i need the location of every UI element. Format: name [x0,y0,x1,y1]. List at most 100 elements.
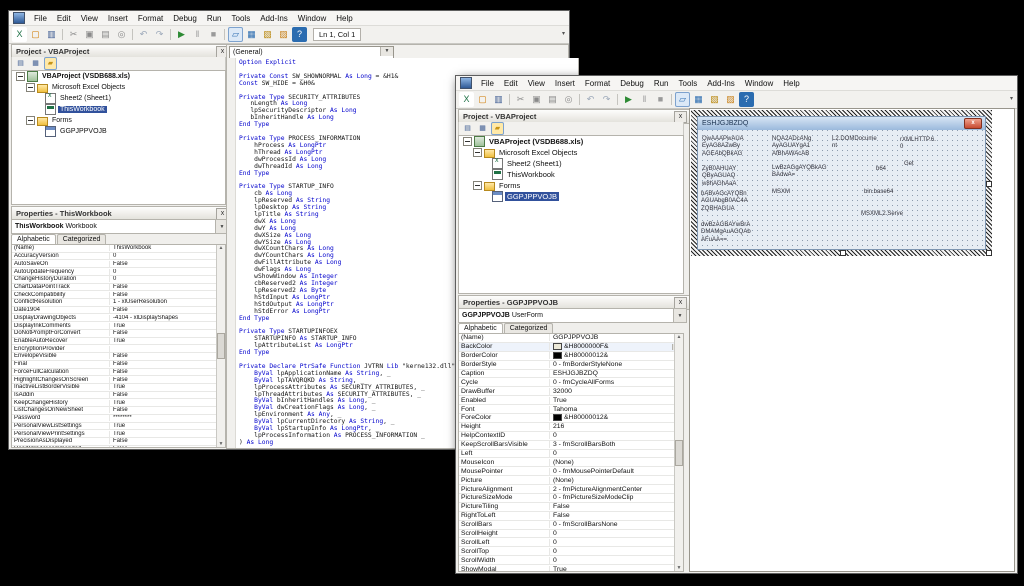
property-value[interactable]: True [110,400,225,406]
property-value[interactable]: 0 [110,276,225,282]
property-value[interactable]: ESHJGJBZDQ [550,370,683,377]
menu-window[interactable]: Window [740,78,778,89]
menu-add-ins[interactable]: Add-Ins [255,13,293,24]
property-row-accuracyversion[interactable]: AccuracyVersion0 [12,253,225,261]
property-row-cycle[interactable]: Cycle0 - fmCycleAllForms [459,378,683,387]
view-code-icon[interactable]: ▤ [461,122,474,135]
property-value[interactable]: (None) [550,459,683,466]
property-row-autosaveon[interactable]: AutoSaveOnFalse [12,260,225,268]
property-row-forcefullcalculation[interactable]: ForceFullCalculationFalse [12,369,225,377]
view-object-icon[interactable]: ▦ [476,122,489,135]
property-row-scrollleft[interactable]: ScrollLeft0 [459,538,683,547]
property-row-scrollheight[interactable]: ScrollHeight0 [459,530,683,539]
property-row-final[interactable]: FinalFalse [12,361,225,369]
toggle-folders-icon[interactable]: ▰ [491,122,504,135]
property-row-conflictresolution[interactable]: ConflictResolution1 - xlUserResolution [12,299,225,307]
menu-help[interactable]: Help [331,13,357,24]
run-icon[interactable]: ▶ [621,92,636,107]
property-row-picture[interactable]: Picture(None) [459,476,683,485]
scroll-thumb[interactable] [675,440,683,466]
menu-file[interactable]: File [476,78,499,89]
menu-view[interactable]: View [76,13,103,24]
expander-icon[interactable] [26,83,35,92]
menu-insert[interactable]: Insert [550,78,580,89]
menu-format[interactable]: Format [580,78,615,89]
property-row-readonlyrecommended[interactable]: ReadOnlyRecommendedFalse [12,446,225,448]
expander-icon[interactable] [473,181,482,190]
property-row-donotpromptforconvert[interactable]: DoNotPromptForConvertFalse [12,330,225,338]
toggle-folders-icon[interactable]: ▰ [44,57,57,70]
menu-help[interactable]: Help [778,78,804,89]
menu-window[interactable]: Window [293,13,331,24]
property-row-password[interactable]: Password******** [12,415,225,423]
menu-add-ins[interactable]: Add-Ins [702,78,740,89]
property-value[interactable]: 0 - fmBorderStyleNone [550,361,683,368]
property-value[interactable]: False [550,512,683,519]
property-value[interactable]: 0 - fmCycleAllForms [550,379,683,386]
property-value[interactable]: False [110,353,225,359]
tree-item-ggpjppvojb[interactable]: GGPJPPVOJB [459,191,683,202]
tree-item-sheet2-sheet1[interactable]: Sheet2 (Sheet1) [12,93,225,104]
property-value[interactable]: False [110,392,225,398]
find-icon[interactable]: ◎ [114,27,129,42]
run-icon[interactable]: ▶ [174,27,189,42]
property-value[interactable]: 0 - fmScrollBarsNone [550,521,683,528]
property-row-scrollbars[interactable]: ScrollBars0 - fmScrollBarsNone [459,521,683,530]
property-value[interactable]: False [110,307,225,313]
cut-icon[interactable]: ✂ [66,27,81,42]
property-value[interactable]: False [110,292,225,298]
property-row-encryptionprovider[interactable]: EncryptionProvider [12,345,225,353]
property-row-picturealignment[interactable]: PictureAlignment2 - fmPictureAlignmentCe… [459,485,683,494]
property-value[interactable]: 0 [550,432,683,439]
toolbar-overflow-icon[interactable]: ▾ [1007,93,1016,106]
property-row-checkcompatibility[interactable]: CheckCompatibilityFalse [12,291,225,299]
property-value[interactable]: ThisWorkbook [110,245,225,251]
tab-alphabetic[interactable]: Alphabetic [11,234,56,244]
tree-item-vbaproject-vsdb688-xls[interactable]: VBAProject (VSDB688.xls) [12,71,225,82]
property-row-date1904[interactable]: Date1904False [12,307,225,315]
paste-icon[interactable]: ▤ [545,92,560,107]
form-label-control[interactable]: L2.DOMDocume nt [832,136,877,151]
form-label-control[interactable]: LwBzAGgAYQBkAG BAdwA= [772,165,827,180]
property-value[interactable]: &H8000000F&▼ [550,343,683,350]
tree-item-thisworkbook[interactable]: ThisWorkbook [459,169,683,180]
form-label-control[interactable]: rXMLHTTP.6. 0 [900,137,936,152]
scroll-down-icon[interactable]: ▼ [677,565,682,571]
tree-item-vbaproject-vsdb688-xls[interactable]: VBAProject (VSDB688.xls) [459,136,683,147]
property-value[interactable]: 0 [550,548,683,555]
close-icon[interactable]: x [674,111,687,123]
tab-categorized[interactable]: Categorized [504,323,554,333]
property-value[interactable]: 0 - fmPictureSizeModeClip [550,494,683,501]
close-icon[interactable]: x [964,118,982,129]
property-row-displaydrawingobjects[interactable]: DisplayDrawingObjects-4104 - xlDisplaySh… [12,314,225,322]
paste-icon[interactable]: ▤ [98,27,113,42]
tree-item-sheet2-sheet1[interactable]: Sheet2 (Sheet1) [459,158,683,169]
property-value[interactable]: False [550,503,683,510]
menu-format[interactable]: Format [133,13,168,24]
save-icon[interactable]: ▥ [491,92,506,107]
cut-icon[interactable]: ✂ [513,92,528,107]
property-value[interactable]: False [110,284,225,290]
property-row-isaddin[interactable]: IsAddinFalse [12,392,225,400]
property-row-personalviewlistsettings[interactable]: PersonalViewListSettingsTrue [12,423,225,431]
menu-tools[interactable]: Tools [227,13,256,24]
property-row-showmodal[interactable]: ShowModalTrue [459,565,683,572]
properties-window-icon[interactable]: ▧ [707,92,722,107]
property-row-inactivelistbordervisible[interactable]: InactiveListBorderVisibleTrue [12,384,225,392]
break-icon[interactable]: ‖ [190,27,205,42]
property-value[interactable]: (None) [550,477,683,484]
property-value[interactable]: 0 - fmMousePointerDefault [550,468,683,475]
menu-file[interactable]: File [29,13,52,24]
tab-categorized[interactable]: Categorized [57,234,107,244]
property-value[interactable]: False [110,261,225,267]
property-value[interactable]: 0 [550,539,683,546]
expander-icon[interactable] [473,148,482,157]
property-value[interactable]: ******** [110,415,225,421]
menu-insert[interactable]: Insert [103,13,133,24]
property-row-highlightchangesonscreen[interactable]: HighlightChangesOnScreenFalse [12,376,225,384]
property-row-borderstyle[interactable]: BorderStyle0 - fmBorderStyleNone [459,361,683,370]
menu-run[interactable]: Run [649,78,674,89]
property-value[interactable]: 2 - fmPictureAlignmentCenter [550,486,683,493]
property-value[interactable]: -4104 - xlDisplayShapes [110,315,225,321]
property-value[interactable]: False [110,369,225,375]
